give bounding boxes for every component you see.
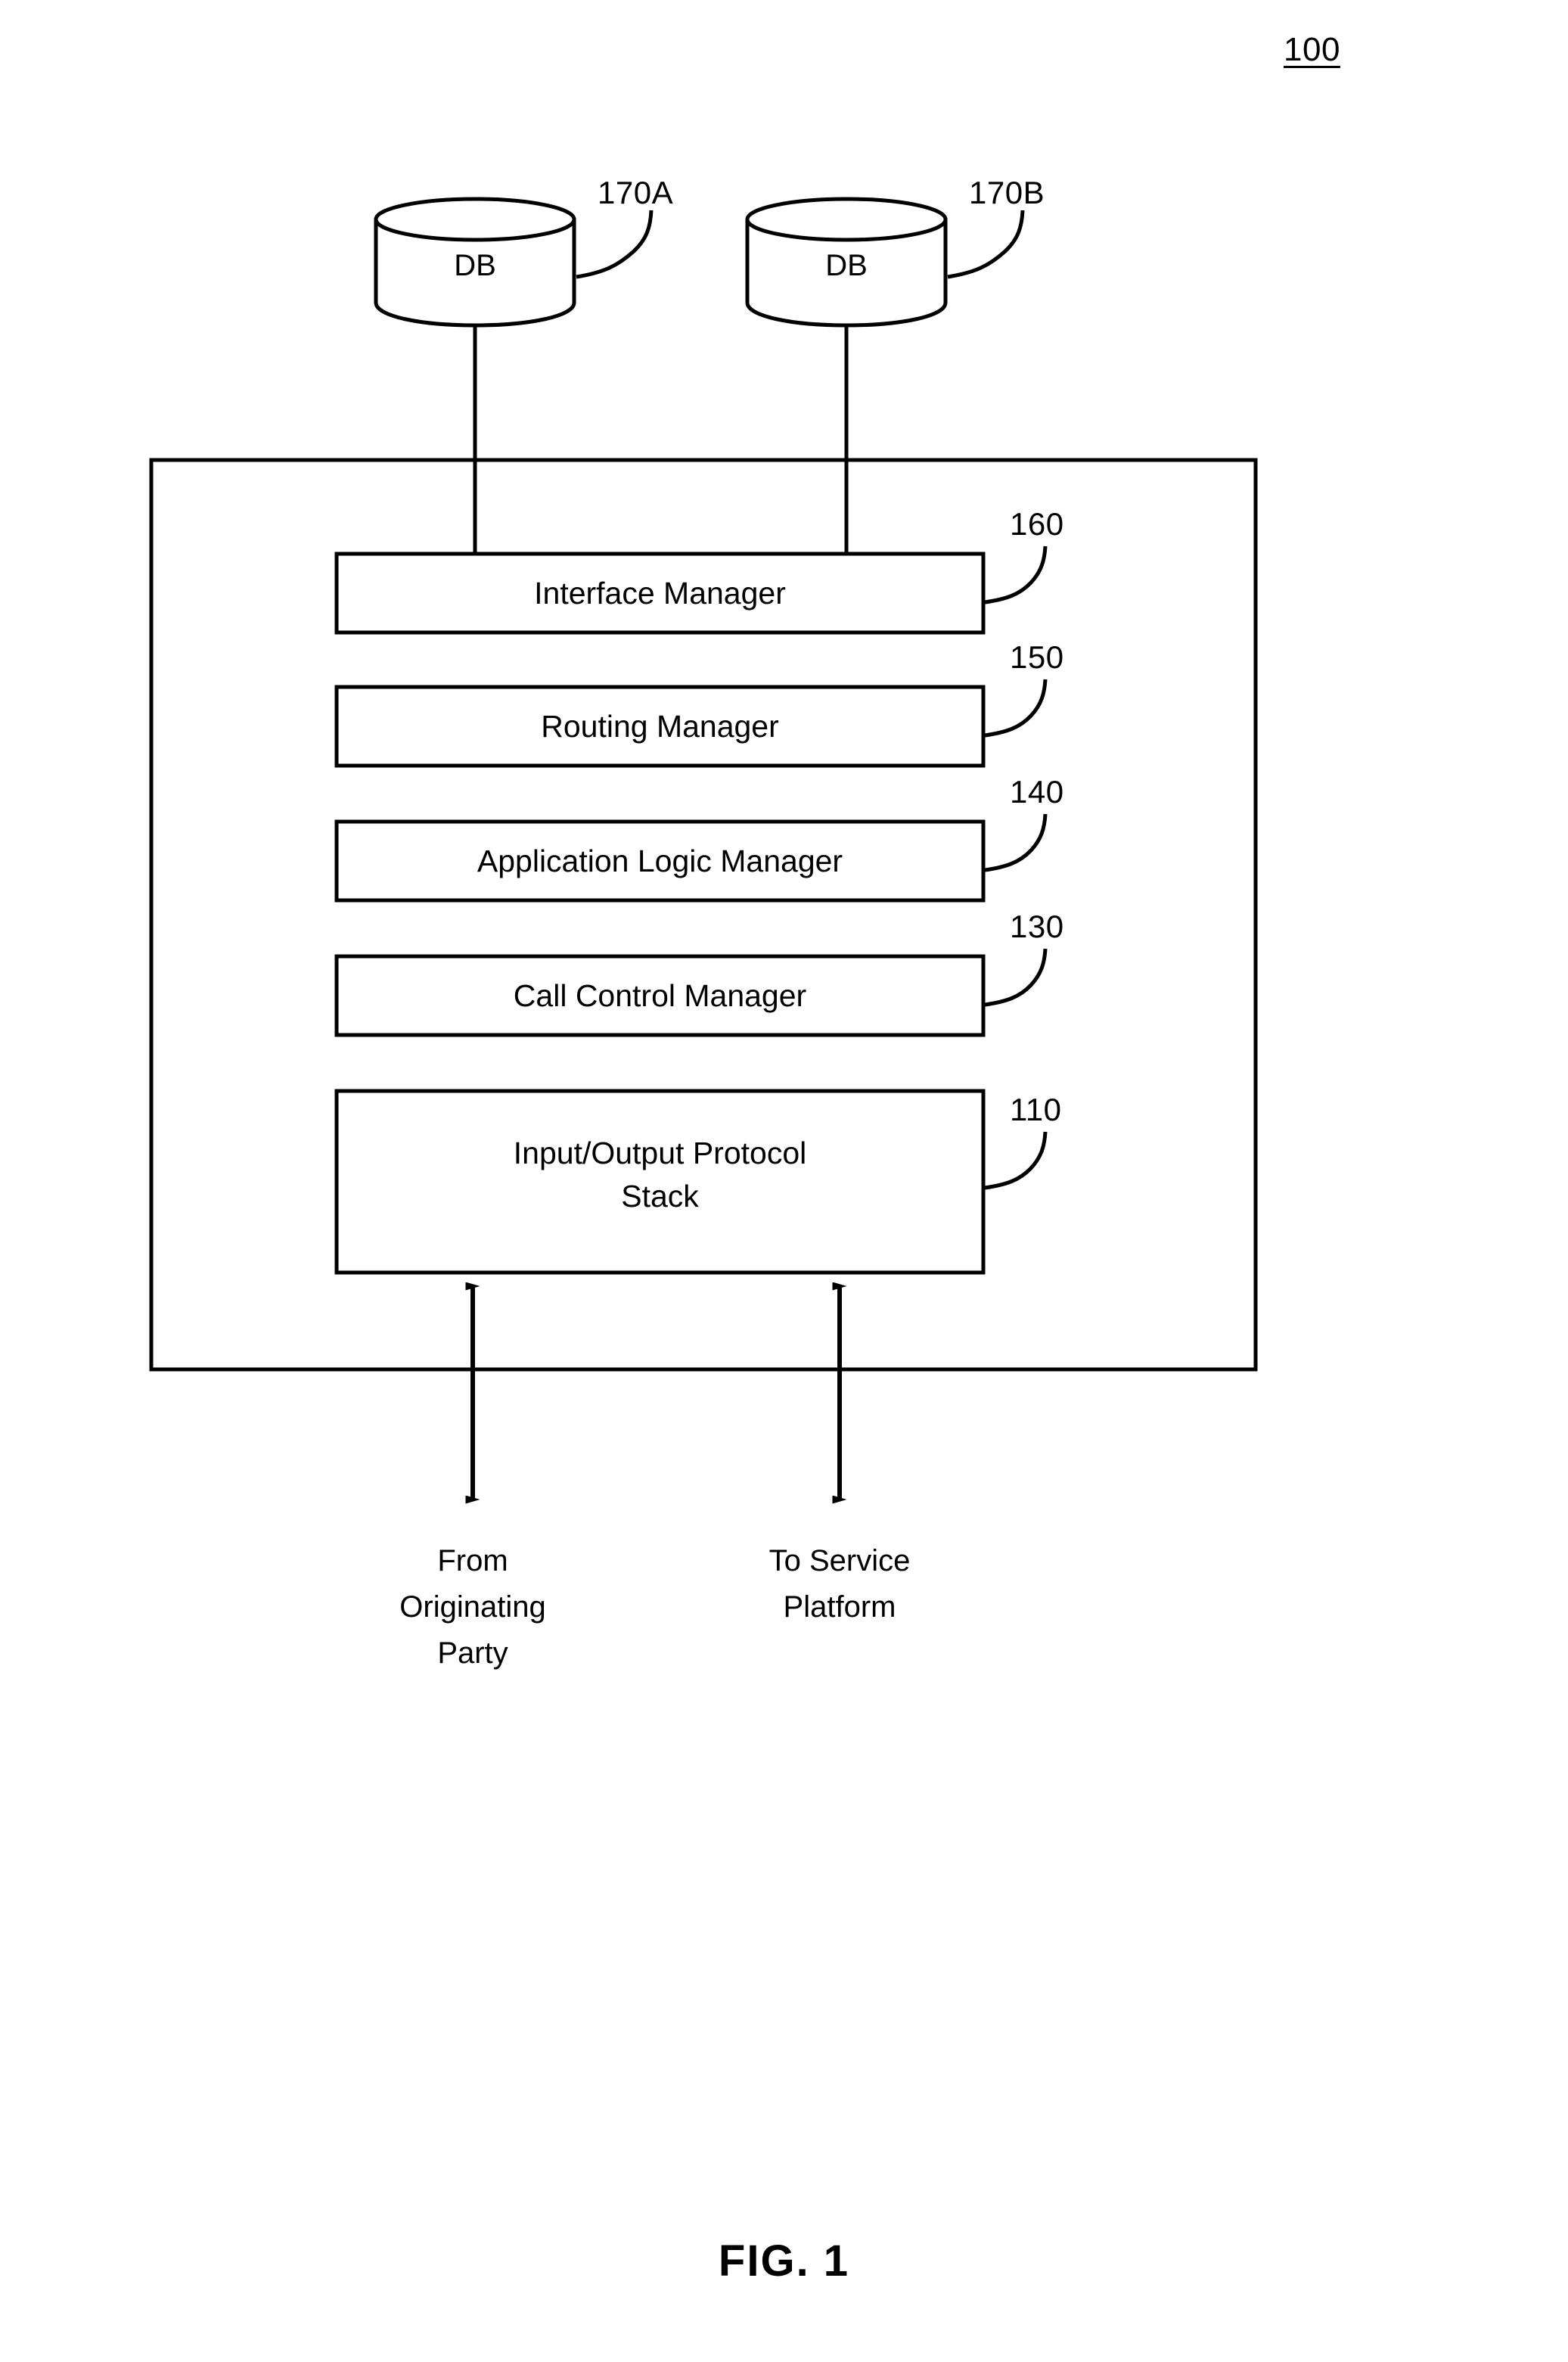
endpoint-label-originating-party-line2: Originating — [399, 1590, 546, 1624]
leader-line-170b — [947, 210, 1025, 279]
figure-caption: FIG. 1 — [718, 2236, 850, 2286]
endpoint-label-service-platform-line2: Platform — [783, 1590, 896, 1624]
database-label-170b: DB — [825, 249, 868, 282]
block-label-input-output-protocol-stack-line2: Stack — [621, 1179, 699, 1214]
leader-line-160 — [984, 545, 1048, 604]
reference-numeral-150: 150 — [1010, 639, 1064, 675]
endpoint-label-service-platform-line1: To Service — [768, 1544, 911, 1577]
reference-numeral-160: 160 — [1010, 506, 1064, 542]
endpoint-label-originating-party-line1: From — [437, 1544, 508, 1577]
database-label-170a: DB — [454, 249, 496, 282]
block-label-call-control-manager: Call Control Manager — [513, 978, 807, 1013]
block-label-routing-manager: Routing Manager — [541, 709, 779, 744]
reference-numeral-110: 110 — [1010, 1092, 1062, 1127]
leader-line-170a — [576, 210, 654, 279]
leader-line-110 — [984, 1131, 1048, 1190]
block-label-input-output-protocol-stack-line1: Input/Output Protocol — [513, 1136, 807, 1170]
leader-line-150 — [984, 679, 1048, 738]
leader-line-130 — [984, 948, 1048, 1007]
figure-page: 100 DB 170A DB 170B Interface Manager 16… — [0, 0, 1568, 2362]
reference-numeral-130: 130 — [1010, 909, 1064, 944]
reference-numeral-140: 140 — [1010, 774, 1064, 810]
reference-numeral-170b: 170B — [969, 175, 1045, 210]
block-label-interface-manager: Interface Manager — [534, 576, 786, 611]
endpoint-label-originating-party-line3: Party — [437, 1636, 508, 1670]
leader-line-140 — [984, 813, 1048, 872]
reference-numeral-170a: 170A — [598, 175, 674, 210]
figure-number-label: 100 — [1284, 31, 1340, 68]
block-label-application-logic-manager: Application Logic Manager — [477, 844, 843, 878]
